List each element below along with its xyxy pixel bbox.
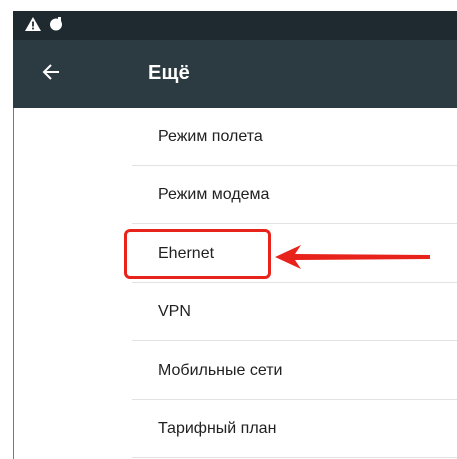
page-title: Ещё <box>148 62 190 84</box>
menu-item-airplane-mode[interactable]: Режим полета <box>132 108 457 166</box>
status-bar <box>13 11 457 40</box>
menu-item-tethering[interactable]: Режим модема <box>132 166 457 224</box>
menu-item-mobile-networks[interactable]: Мобильные сети <box>132 342 457 400</box>
warning-icon <box>25 17 41 36</box>
menu-item-label: VPN <box>158 302 191 320</box>
menu-item-label: Режим полета <box>158 127 263 145</box>
status-icons <box>25 17 63 36</box>
menu-item-label: Тарифный план <box>158 419 277 437</box>
left-divider <box>13 108 14 459</box>
notification-dot-icon <box>49 17 63 36</box>
menu-item-ethernet[interactable]: Ehernet <box>132 225 457 283</box>
arrow-back-icon <box>41 62 61 87</box>
back-button[interactable] <box>37 60 65 88</box>
menu-item-tariff-plan[interactable]: Тарифный план <box>132 400 457 458</box>
app-bar: Ещё <box>13 40 457 108</box>
menu-item-label: Режим модема <box>158 185 270 203</box>
menu-item-label: Ehernet <box>158 244 215 262</box>
android-screen: Ещё Режим полета Режим модема Ehernet VP… <box>0 0 457 459</box>
menu-item-label: Мобильные сети <box>158 361 283 379</box>
menu-item-vpn[interactable]: VPN <box>132 283 457 341</box>
